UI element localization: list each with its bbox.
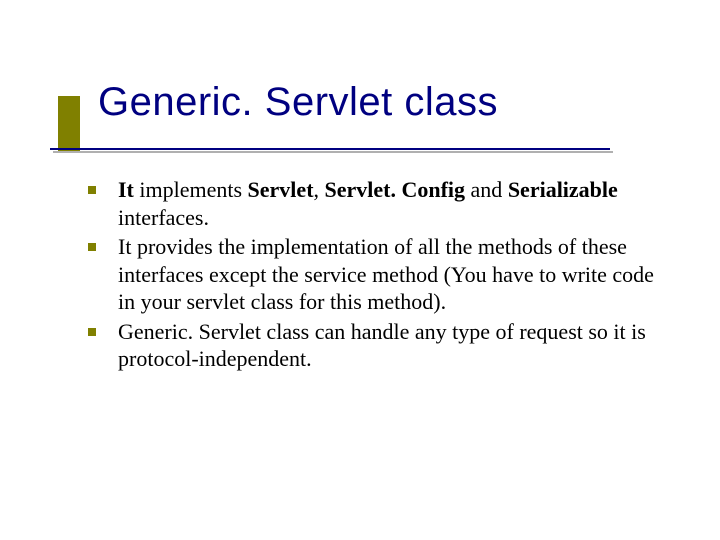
title-underline xyxy=(50,148,610,150)
list-item-text: Generic. Servlet class can handle any ty… xyxy=(118,319,646,372)
bullet-icon xyxy=(88,328,96,336)
list-item: It provides the implementation of all th… xyxy=(88,233,670,316)
list-item: It implements Servlet, Servlet. Config a… xyxy=(88,176,670,231)
list-item-text: It implements Servlet, Servlet. Config a… xyxy=(118,177,618,230)
title-underline-shadow xyxy=(53,151,613,153)
list-item-text: It provides the implementation of all th… xyxy=(118,234,654,314)
slide-title: Generic. Servlet class xyxy=(98,80,498,125)
bullet-icon xyxy=(88,243,96,251)
list-item: Generic. Servlet class can handle any ty… xyxy=(88,318,670,373)
slide: Generic. Servlet class It implements Ser… xyxy=(0,0,720,540)
bullet-icon xyxy=(88,186,96,194)
title-accent-bar xyxy=(58,96,80,152)
slide-body: It implements Servlet, Servlet. Config a… xyxy=(88,176,670,375)
